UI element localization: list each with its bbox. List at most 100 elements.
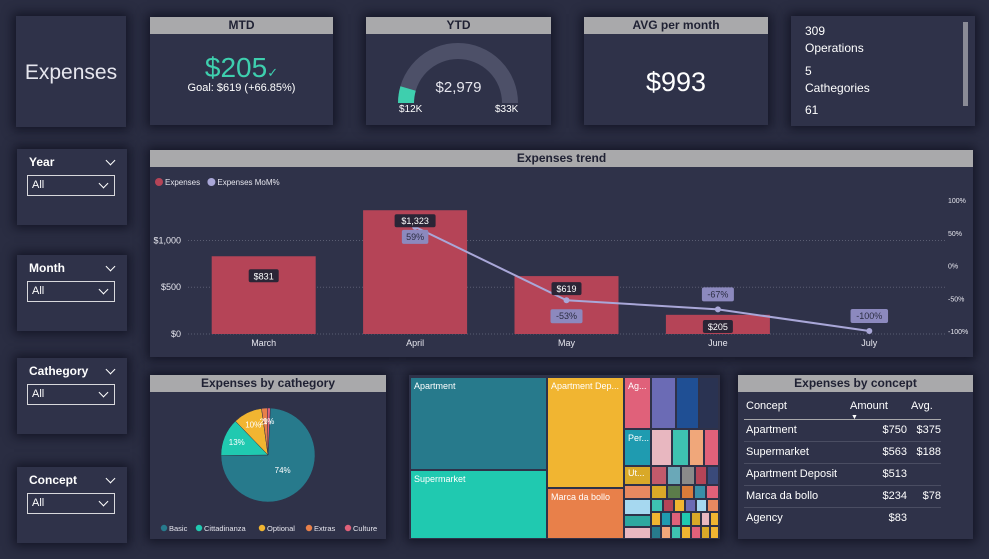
- treemap-cell-marca[interactable]: Marca da bollo: [548, 489, 623, 538]
- ytd-value: $2,979: [435, 79, 482, 96]
- treemap-cell[interactable]: [625, 516, 650, 526]
- treemap-label: Marca da bollo: [551, 492, 611, 502]
- treemap-cell-ag[interactable]: Ag...: [625, 378, 650, 428]
- treemap-label: Ut...: [628, 468, 645, 478]
- treemap-cell[interactable]: [652, 500, 662, 511]
- table-row[interactable]: Marca da bollo $234 $78: [744, 485, 941, 507]
- treemap-cell[interactable]: [690, 430, 703, 465]
- chevron-down-icon[interactable]: [105, 364, 116, 375]
- treemap-cell[interactable]: [696, 467, 706, 484]
- treemap-cell-apartment-deposit[interactable]: Apartment Dep...: [548, 378, 623, 487]
- treemap-cell[interactable]: [692, 513, 700, 525]
- treemap-cell[interactable]: [652, 527, 660, 538]
- treemap-cell[interactable]: [652, 378, 675, 428]
- table-row[interactable]: Apartment $750 $375: [744, 419, 941, 441]
- treemap-cell[interactable]: [702, 527, 709, 538]
- bar[interactable]: [211, 256, 316, 334]
- treemap-cell[interactable]: [682, 513, 690, 525]
- treemap-cell-per[interactable]: Per...: [625, 430, 650, 465]
- column-header-avg[interactable]: Avg.: [909, 397, 941, 419]
- treemap-cell[interactable]: [692, 527, 700, 538]
- treemap-cell[interactable]: [682, 527, 690, 538]
- treemap-cell[interactable]: [711, 513, 718, 525]
- treemap-cell-apartment[interactable]: Apartment: [411, 378, 546, 469]
- column-header-concept[interactable]: Concept: [744, 397, 848, 419]
- treemap-cell[interactable]: [625, 500, 650, 514]
- treemap-cell[interactable]: [668, 486, 680, 498]
- legend-marker: [155, 178, 163, 186]
- count-categories-value: 5: [805, 64, 812, 78]
- check-icon: ✓: [267, 65, 279, 80]
- treemap-cell[interactable]: [708, 500, 718, 511]
- legend-marker: [195, 524, 203, 532]
- treemap-cell[interactable]: [697, 500, 706, 511]
- pie-slice-label: 13%: [229, 438, 245, 447]
- chevron-down-icon[interactable]: [105, 473, 116, 484]
- treemap-label: Supermarket: [414, 474, 466, 484]
- treemap-cell-supermarket[interactable]: Supermarket: [411, 471, 546, 538]
- treemap-cell[interactable]: [672, 513, 680, 525]
- treemap-cell[interactable]: [668, 467, 680, 484]
- treemap-cell[interactable]: [664, 500, 673, 511]
- year-dropdown[interactable]: All: [27, 175, 115, 196]
- legend-label[interactable]: Culture: [353, 524, 377, 533]
- mom-point[interactable]: [563, 297, 570, 304]
- column-header-amount[interactable]: Amount ▼: [848, 397, 909, 421]
- treemap-cell-ut[interactable]: Ut...: [625, 467, 650, 484]
- count-concepts-value: 61: [805, 103, 819, 117]
- line-data-label: -53%: [556, 311, 577, 321]
- table-row[interactable]: Apartment Deposit $513: [744, 463, 941, 485]
- treemap-cell[interactable]: [711, 527, 718, 538]
- line-data-label: -100%: [856, 311, 882, 321]
- treemap-cell[interactable]: [682, 467, 694, 484]
- legend-label[interactable]: Optional: [267, 524, 295, 533]
- treemap-cell[interactable]: [625, 528, 650, 538]
- treemap-cell[interactable]: [705, 430, 718, 465]
- treemap-cell[interactable]: [686, 500, 695, 511]
- legend-label[interactable]: Cittadinanza: [204, 524, 247, 533]
- scrollbar[interactable]: [963, 22, 968, 106]
- treemap-cell[interactable]: [682, 486, 693, 498]
- slicer-concept-title: Concept: [29, 473, 77, 487]
- treemap-cell[interactable]: [652, 486, 666, 498]
- sort-desc-icon: ▼: [851, 414, 858, 421]
- treemap-cell[interactable]: [662, 527, 670, 538]
- treemap-cell[interactable]: [700, 378, 718, 428]
- legend-label[interactable]: Expenses MoM%: [217, 178, 279, 187]
- treemap-cell[interactable]: [652, 430, 671, 465]
- chevron-down-icon: [98, 284, 109, 295]
- treemap-cell[interactable]: [695, 486, 705, 498]
- chevron-down-icon[interactable]: [105, 261, 116, 272]
- table-row[interactable]: Agency $83: [744, 507, 941, 529]
- treemap-cell[interactable]: [702, 513, 709, 525]
- slicer-category-title: Cathegory: [29, 364, 89, 378]
- month-dropdown[interactable]: All: [27, 281, 115, 302]
- mom-point[interactable]: [866, 328, 873, 334]
- treemap-cell[interactable]: [677, 378, 698, 428]
- treemap-cell[interactable]: [707, 486, 718, 498]
- table-row[interactable]: Supermarket $563 $188: [744, 441, 941, 463]
- legend-label[interactable]: Basic: [169, 524, 188, 533]
- ytd-min-label: $12K: [399, 104, 423, 115]
- cell-concept: Supermarket: [746, 446, 809, 458]
- x-tick-label: July: [861, 338, 878, 348]
- chevron-down-icon[interactable]: [105, 155, 116, 166]
- treemap-cell[interactable]: [672, 527, 680, 538]
- treemap-cell[interactable]: [675, 500, 684, 511]
- category-dropdown[interactable]: All: [27, 384, 115, 405]
- legend-marker: [258, 524, 266, 532]
- count-operations-value: 309: [805, 24, 826, 38]
- concept-dropdown[interactable]: All: [27, 493, 115, 514]
- treemap-cell[interactable]: [652, 513, 660, 525]
- mtd-title: MTD: [150, 17, 333, 34]
- treemap-cell[interactable]: [673, 430, 688, 465]
- legend-label[interactable]: Extras: [314, 524, 336, 533]
- mom-point[interactable]: [714, 306, 721, 313]
- treemap-cell[interactable]: [652, 467, 666, 484]
- legend-label[interactable]: Expenses: [165, 178, 200, 187]
- treemap-cell[interactable]: [662, 513, 670, 525]
- treemap-cell[interactable]: [625, 486, 650, 498]
- counts-card: 309 Operations 5 Cathegories 61: [791, 16, 975, 126]
- mom-line: [414, 225, 870, 332]
- treemap-cell[interactable]: [708, 467, 718, 484]
